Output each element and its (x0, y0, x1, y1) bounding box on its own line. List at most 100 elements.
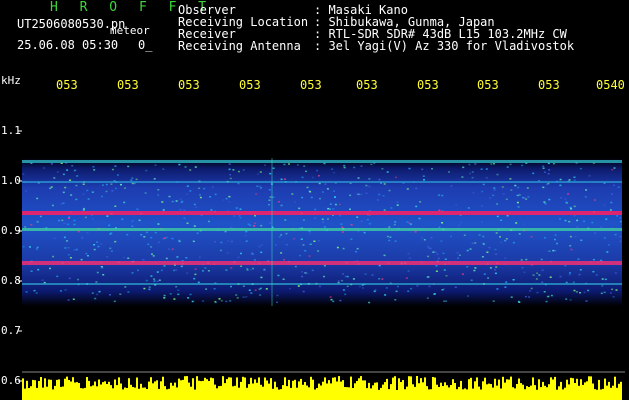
power-bar (248, 384, 250, 400)
noise-pixel (532, 274, 535, 276)
noise-pixel (342, 273, 345, 275)
noise-pixel (75, 248, 78, 251)
power-bar (100, 384, 102, 400)
noise-pixel (371, 274, 374, 276)
noise-pixel (366, 218, 369, 221)
power-bar (454, 383, 456, 400)
noise-pixel (294, 265, 297, 268)
noise-pixel (409, 231, 412, 233)
noise-pixel (189, 293, 192, 296)
noise-pixel (486, 251, 489, 253)
noise-pixel (82, 183, 85, 185)
power-bar (66, 376, 68, 400)
noise-pixel (150, 275, 153, 277)
noise-pixel (504, 286, 507, 288)
noise-pixel (50, 186, 53, 188)
noise-pixel (410, 223, 412, 225)
noise-pixel (30, 223, 33, 226)
noise-pixel (573, 214, 576, 217)
noise-pixel (456, 252, 459, 254)
noise-pixel (96, 293, 99, 296)
power-bar (466, 389, 468, 400)
noise-pixel (349, 208, 351, 210)
power-bar (90, 386, 92, 400)
noise-pixel (140, 234, 143, 236)
noise-pixel (461, 176, 464, 178)
noise-pixel (500, 219, 503, 221)
noise-pixel (127, 165, 130, 168)
noise-pixel (474, 242, 477, 244)
power-bar (280, 389, 282, 400)
noise-pixel (548, 250, 551, 252)
power-bar (110, 385, 112, 400)
noise-pixel (568, 179, 571, 181)
noise-pixel (153, 278, 156, 280)
noise-pixel (66, 240, 68, 242)
power-bar (490, 384, 492, 400)
noise-pixel (305, 170, 307, 173)
power-bar (80, 388, 82, 400)
power-bar (436, 384, 438, 400)
power-bar (488, 383, 490, 400)
power-bar (300, 378, 302, 400)
noise-pixel (588, 175, 591, 177)
noise-pixel (313, 240, 316, 242)
noise-pixel (604, 278, 607, 281)
noise-pixel (97, 245, 100, 248)
noise-pixel (49, 267, 51, 270)
noise-pixel (502, 193, 505, 195)
power-bar (54, 385, 56, 400)
noise-pixel (131, 272, 134, 274)
noise-pixel (142, 259, 145, 261)
noise-pixel (228, 163, 231, 165)
noise-pixel (338, 203, 341, 206)
power-bar (546, 387, 548, 400)
noise-pixel (163, 294, 166, 297)
power-bar (258, 377, 260, 400)
noise-pixel (600, 226, 603, 228)
noise-pixel (184, 166, 187, 168)
noise-pixel (162, 168, 165, 170)
power-bar (290, 387, 292, 400)
power-bar (240, 381, 242, 400)
noise-pixel (485, 168, 488, 170)
noise-pixel (365, 192, 368, 194)
noise-pixel (605, 218, 608, 220)
power-bar (540, 387, 542, 400)
power-bars (22, 376, 622, 400)
noise-pixel (105, 190, 108, 193)
power-bar (380, 387, 382, 400)
power-bar (112, 388, 114, 400)
power-bar (568, 384, 570, 400)
power-bar (362, 380, 364, 400)
power-bar (374, 382, 376, 400)
noise-pixel (301, 275, 304, 278)
noise-pixel (396, 204, 399, 206)
noise-pixel (441, 194, 444, 197)
noise-pixel (285, 244, 288, 246)
power-bar (348, 387, 350, 400)
noise-pixel (374, 289, 377, 291)
noise-pixel (67, 247, 70, 249)
power-bar (82, 388, 84, 400)
noise-pixel (495, 266, 498, 268)
noise-pixel (573, 289, 576, 292)
noise-pixel (311, 176, 314, 179)
noise-pixel (254, 289, 257, 291)
noise-pixel (301, 271, 304, 273)
noise-pixel (143, 236, 146, 238)
noise-pixel (137, 269, 139, 272)
noise-pixel (556, 242, 558, 245)
noise-pixel (337, 280, 340, 282)
power-bar (210, 377, 212, 400)
power-bar (340, 381, 342, 400)
power-bar (70, 381, 72, 400)
noise-pixel (82, 209, 85, 211)
noise-pixel (169, 293, 172, 295)
noise-pixel (613, 167, 616, 169)
power-bar (322, 381, 324, 400)
power-bar (578, 385, 580, 400)
noise-pixel (430, 237, 433, 239)
noise-pixel (186, 272, 189, 274)
noise-pixel (269, 172, 272, 175)
